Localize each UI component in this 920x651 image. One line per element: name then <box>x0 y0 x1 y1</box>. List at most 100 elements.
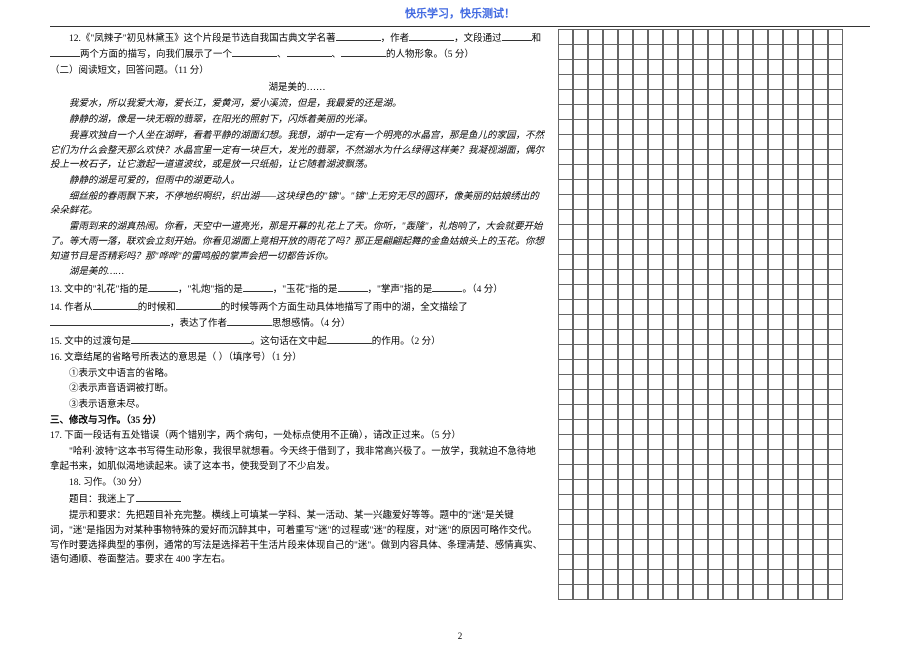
grid-cell <box>798 179 814 195</box>
grid-cell <box>738 569 754 585</box>
grid-cell <box>573 449 589 465</box>
q12-text: ，文段通过 <box>454 34 502 44</box>
grid-cell <box>738 209 754 225</box>
grid-cell <box>558 584 574 600</box>
grid-cell <box>828 374 844 390</box>
grid-cell <box>783 29 799 45</box>
grid-cell <box>708 209 724 225</box>
grid-cell <box>783 104 799 120</box>
grid-cell <box>708 344 724 360</box>
grid-cell <box>603 44 619 60</box>
grid-cell <box>708 359 724 375</box>
grid-cell <box>813 509 829 525</box>
grid-cell <box>798 59 814 75</box>
grid-cell <box>618 494 634 510</box>
grid-cell <box>753 299 769 315</box>
grid-cell <box>603 569 619 585</box>
grid-cell <box>558 389 574 405</box>
grid-cell <box>828 419 844 435</box>
grid-cell <box>813 254 829 270</box>
grid-cell <box>723 74 739 90</box>
grid-cell <box>558 509 574 525</box>
grid-cell <box>558 539 574 555</box>
grid-cell <box>708 554 724 570</box>
grid-cell <box>813 119 829 135</box>
grid-cell <box>603 104 619 120</box>
grid-cell <box>618 329 634 345</box>
grid-cell <box>798 29 814 45</box>
grid-cell <box>813 584 829 600</box>
grid-cell <box>708 509 724 525</box>
grid-cell <box>573 74 589 90</box>
grid-cell <box>753 404 769 420</box>
grid-cell <box>618 179 634 195</box>
grid-cell <box>648 524 664 540</box>
grid-cell <box>798 449 814 465</box>
grid-cell <box>648 59 664 75</box>
grid-cell <box>678 239 694 255</box>
grid-cell <box>738 59 754 75</box>
grid-cell <box>633 104 649 120</box>
grid-cell <box>678 314 694 330</box>
grid-cell <box>573 104 589 120</box>
grid-cell <box>828 329 844 345</box>
grid-cell <box>633 449 649 465</box>
grid-cell <box>663 134 679 150</box>
blank <box>50 315 170 326</box>
grid-cell <box>633 539 649 555</box>
grid-cell <box>573 239 589 255</box>
grid-cell <box>603 434 619 450</box>
grid-cell <box>588 389 604 405</box>
grid-cell <box>693 419 709 435</box>
grid-cell <box>663 449 679 465</box>
blank <box>432 281 462 292</box>
grid-cell <box>783 209 799 225</box>
q12-text: 两个方面的描写，向我们展示了一个 <box>80 50 232 60</box>
grid-cell <box>678 164 694 180</box>
grid-cell <box>633 254 649 270</box>
grid-cell <box>588 269 604 285</box>
grid-cell <box>738 404 754 420</box>
grid-cell <box>738 509 754 525</box>
question-14: 14. 作者从的时候和的时候等两个方面生动具体地描写了雨中的湖，全文描绘了，表达… <box>50 299 544 332</box>
grid-cell <box>813 134 829 150</box>
blank <box>327 333 372 344</box>
grid-cell <box>678 209 694 225</box>
grid-cell <box>708 164 724 180</box>
grid-cell <box>573 524 589 540</box>
grid-cell <box>708 524 724 540</box>
grid-cell <box>753 179 769 195</box>
q15-text: 15. 文中的过渡句是 <box>50 337 131 347</box>
grid-cell <box>708 329 724 345</box>
grid-cell <box>798 374 814 390</box>
grid-cell <box>633 419 649 435</box>
grid-cell <box>678 389 694 405</box>
grid-cell <box>633 164 649 180</box>
grid-cell <box>738 329 754 345</box>
grid-cell <box>558 314 574 330</box>
grid-cell <box>558 209 574 225</box>
grid-cell <box>663 569 679 585</box>
grid-cell <box>813 479 829 495</box>
passage-p3: 我喜欢独自一个人坐在湖畔，看着平静的湖面幻想。我想，湖中一定有一个明亮的水晶宫，… <box>50 129 544 173</box>
grid-cell <box>798 104 814 120</box>
grid-cell <box>813 194 829 210</box>
grid-cell <box>813 524 829 540</box>
q14-text: ，表达了作者 <box>170 319 227 329</box>
grid-cell <box>783 509 799 525</box>
q13-text: ，"玉花"指的是 <box>273 285 338 295</box>
grid-cell <box>753 464 769 480</box>
grid-cell <box>738 194 754 210</box>
grid-cell <box>723 464 739 480</box>
grid-cell <box>768 299 784 315</box>
grid-cell <box>678 569 694 585</box>
q12-text: 的人物形象。（5 分） <box>386 50 474 60</box>
grid-cell <box>603 149 619 165</box>
blank <box>136 491 181 502</box>
grid-cell <box>618 44 634 60</box>
grid-cell <box>768 434 784 450</box>
grid-cell <box>603 89 619 105</box>
grid-cell <box>678 449 694 465</box>
grid-cell <box>633 89 649 105</box>
grid-cell <box>813 389 829 405</box>
